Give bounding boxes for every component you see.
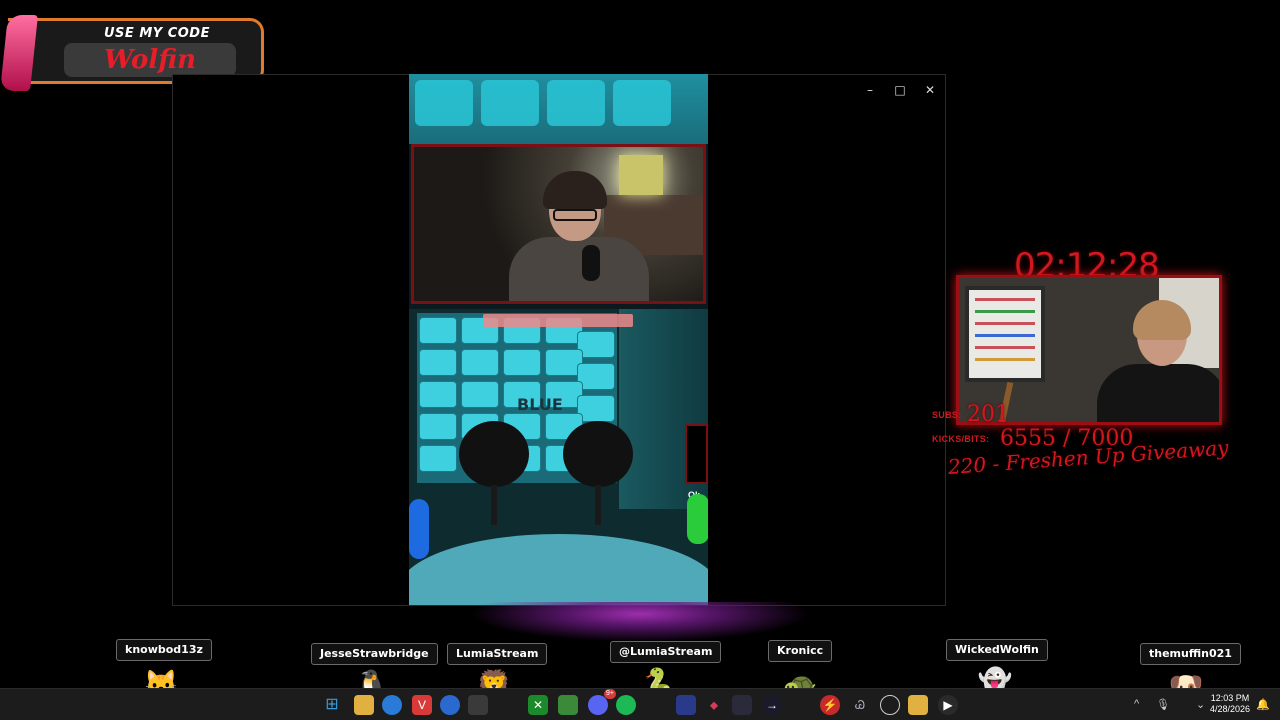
folder-icon[interactable] <box>354 695 374 715</box>
streamer-webcam <box>411 144 706 304</box>
promo-stripe <box>0 15 38 91</box>
game-view: BLUE Ok <box>409 309 708 605</box>
location-pin-icon[interactable]: ⬥ <box>704 695 724 715</box>
lightning-icon[interactable]: ⚡ <box>820 695 840 715</box>
chat-user-tag: LumiaStream <box>447 643 548 665</box>
close-button[interactable]: ✕ <box>915 79 945 101</box>
tile-word: BLUE <box>517 395 563 414</box>
clock[interactable]: 12:03 PM 4/28/2026 <box>1210 693 1250 715</box>
promo-code-box: Wolfin <box>64 43 236 77</box>
app-icon-2[interactable] <box>676 695 696 715</box>
whiteboard <box>965 286 1045 382</box>
app-icon-4[interactable]: → <box>762 695 782 715</box>
subs-value: 201 <box>967 402 1009 427</box>
minimize-button[interactable]: – <box>855 79 885 101</box>
promo-label: USE MY CODE <box>104 26 210 41</box>
chat-user-tag: knowbod13z <box>116 639 212 661</box>
chat-user-tag: Kronicc <box>768 640 833 662</box>
game-banner <box>483 314 633 327</box>
app-icon-3[interactable] <box>732 695 752 715</box>
kicks-label: KICKS/BITS: <box>932 434 990 444</box>
chevron-up-icon[interactable]: ^ <box>1134 698 1139 710</box>
video-top-blur <box>409 74 708 144</box>
time-text: 12:03 PM <box>1210 693 1250 703</box>
edge-icon[interactable] <box>440 695 460 715</box>
windows-start-icon[interactable]: ⊞ <box>322 695 342 715</box>
app-icon[interactable] <box>468 695 488 715</box>
media-player-icon[interactable]: ▶ <box>938 695 958 715</box>
maximize-button[interactable]: □ <box>885 79 915 101</box>
minecraft-icon[interactable] <box>558 695 578 715</box>
xbox-icon[interactable]: ✕ <box>528 695 548 715</box>
game-seat-right <box>563 421 633 487</box>
vivaldi-icon[interactable]: V <box>412 695 432 715</box>
video-player[interactable]: BLUE Ok <box>409 74 708 605</box>
chat-user-tag: WickedWolfin <box>946 639 1048 661</box>
microphone-tray-icon[interactable]: 🎙 <box>1156 698 1170 711</box>
promo-code: Wolfin <box>103 45 197 75</box>
notification-icon[interactable]: 🔔 <box>1256 698 1270 711</box>
network-icon[interactable]: ⌄ <box>1196 698 1205 711</box>
chat-user-tag: JesseStrawbridge <box>311 643 438 665</box>
cohost-figure <box>1087 300 1219 422</box>
decorative-ornament <box>470 602 810 642</box>
browser-icon[interactable] <box>382 695 402 715</box>
taskbar: ⊞ V ✕ 9+ ⬥ → ⚡ Ꮚ ▶ ^ 🎙 ⌄ 12:03 PM 4/28/2… <box>0 688 1280 720</box>
app-icon-6[interactable] <box>880 695 900 715</box>
chat-user-tag: themuffin021 <box>1140 643 1241 665</box>
discord-badge: 9+ <box>604 689 616 699</box>
discord-icon[interactable]: 9+ <box>588 689 616 715</box>
game-table <box>409 534 708 605</box>
app-icon-5[interactable]: Ꮚ <box>850 695 870 715</box>
spotify-icon[interactable] <box>616 695 636 715</box>
file-explorer-icon[interactable] <box>908 695 928 715</box>
subs-label: SUBS: <box>932 410 962 420</box>
microphone-icon <box>582 245 600 281</box>
chat-user-tag: @LumiaStream <box>610 641 722 663</box>
game-seat-left <box>459 421 529 487</box>
side-panel <box>685 424 708 484</box>
streamer-figure <box>509 171 649 301</box>
date-text: 4/28/2026 <box>1209 704 1250 714</box>
